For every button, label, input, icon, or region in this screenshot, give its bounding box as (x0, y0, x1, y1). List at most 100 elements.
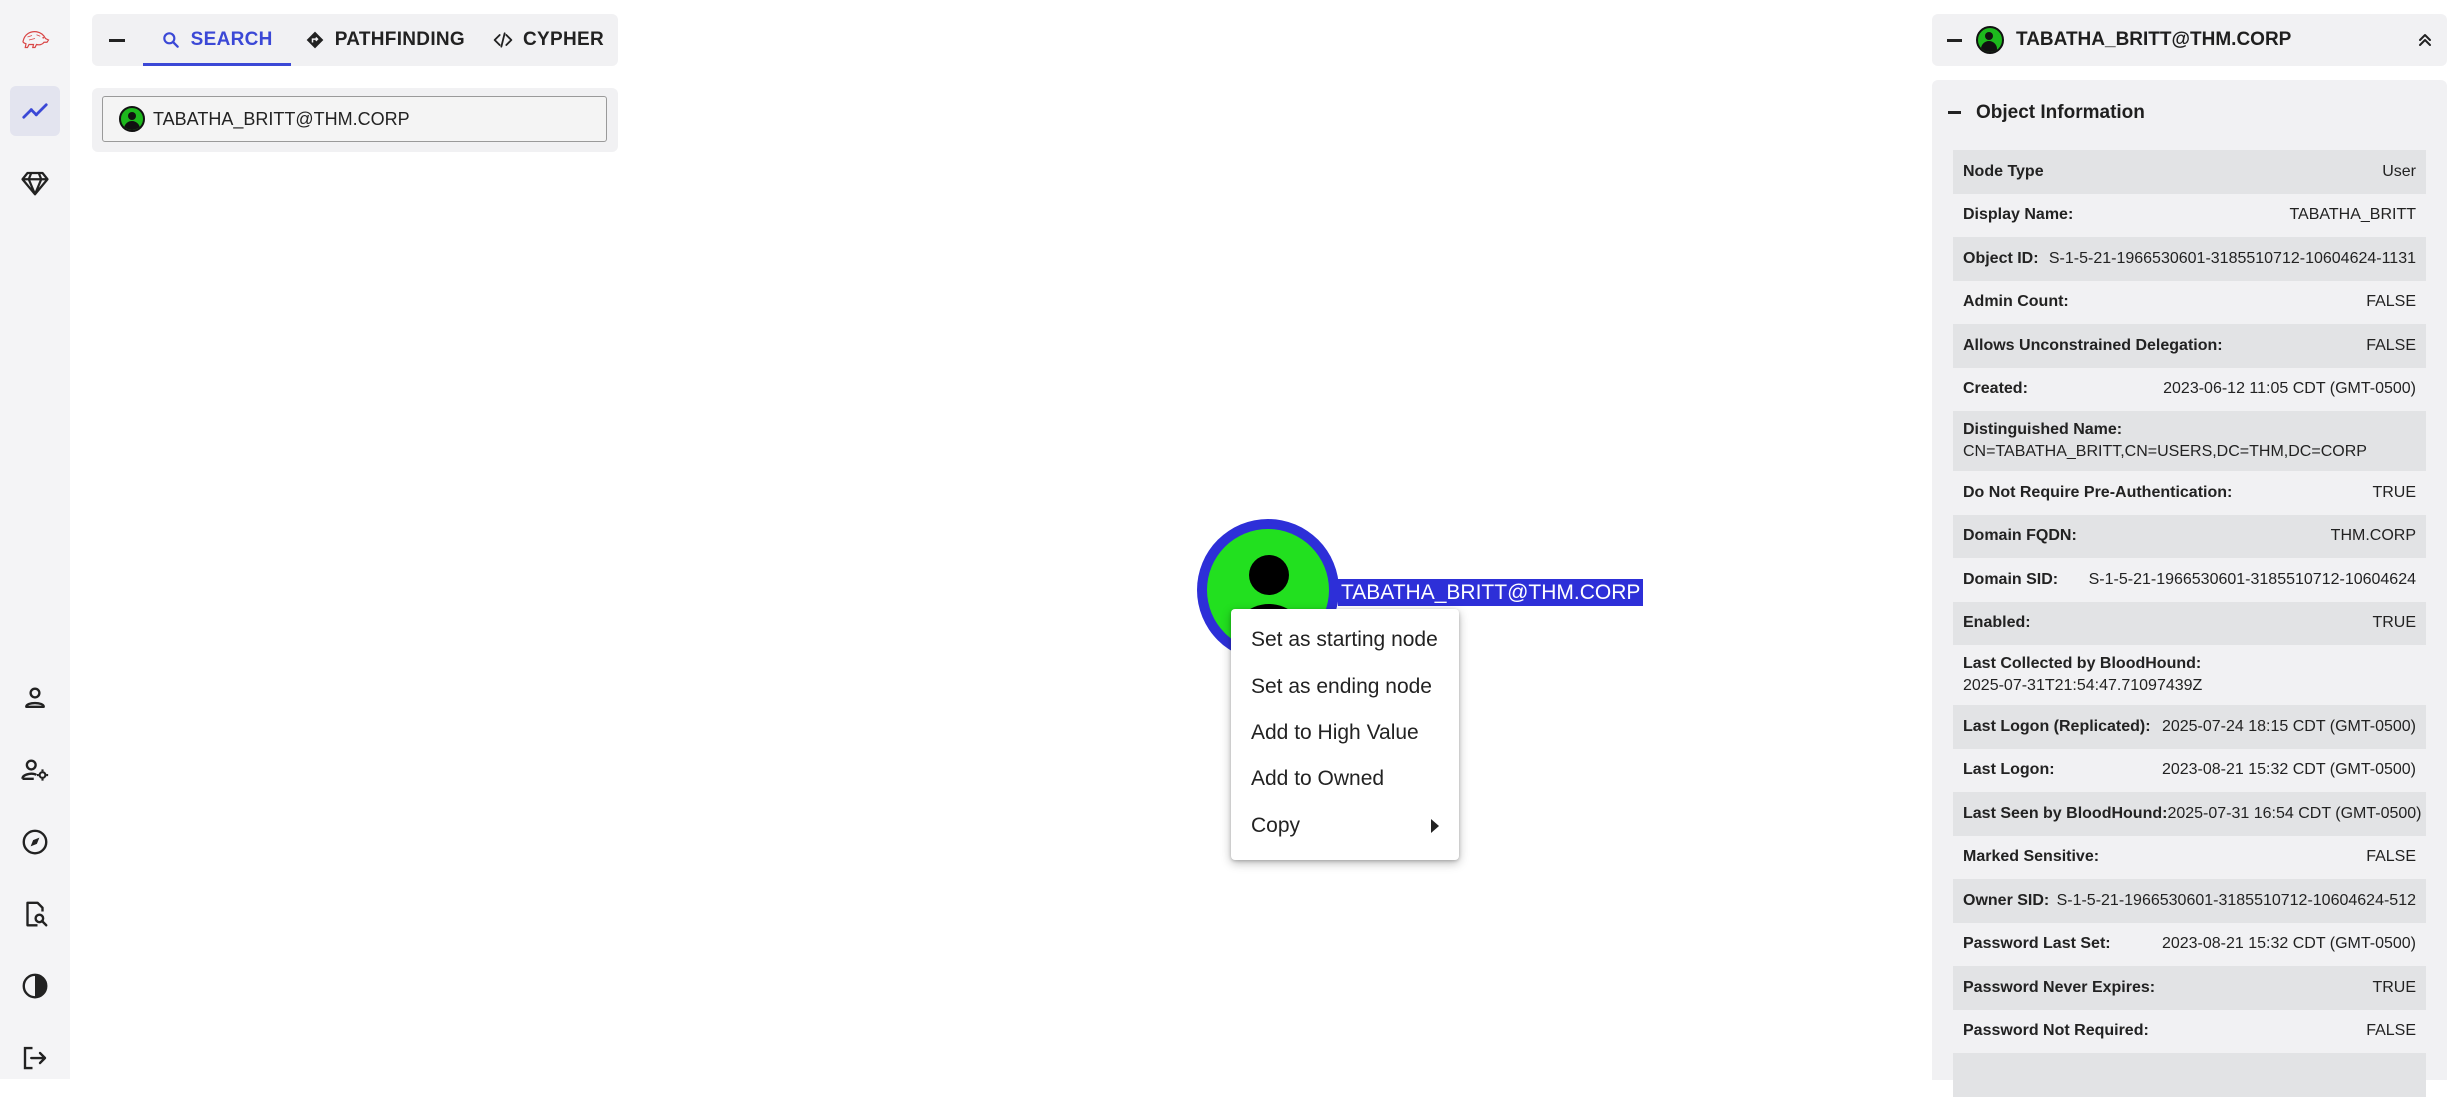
tab-pathfinding[interactable]: PATHFINDING (291, 14, 479, 66)
property-key: Password Never Expires: (1963, 978, 2156, 996)
property-key: Admin Count: (1963, 293, 2069, 311)
double-chevron-up-icon (2419, 34, 2431, 46)
property-value: 2023-08-21 15:32 CDT (GMT-0500) (2161, 761, 2416, 779)
tab-search[interactable]: SEARCH (142, 14, 291, 66)
menu-item-set-starting-node[interactable]: Set as starting node (1231, 617, 1459, 663)
menu-item-label: Add to Owned (1251, 767, 1385, 791)
property-row: Owner SID: S-1-5-21-1966530601-3185510712… (1953, 879, 2426, 923)
property-key: Distinguished Name: (1963, 421, 2123, 438)
property-value: 2025-07-24 18:15 CDT (GMT-0500) (2161, 717, 2416, 735)
search-input-panel: TABATHA_BRITT@THM.CORP (92, 88, 618, 152)
contrast-icon[interactable] (10, 961, 60, 1011)
property-value: 2025-07-31T21:54:47.71097439Z (1963, 677, 2203, 694)
property-row: Created: 2023-06-12 11:05 CDT (GMT-0500) (1953, 368, 2426, 412)
property-row: Node Type User (1953, 150, 2426, 194)
menu-item-label: Add to High Value (1251, 720, 1419, 744)
node-search-input[interactable]: TABATHA_BRITT@THM.CORP (102, 96, 607, 142)
property-value: TRUE (2372, 483, 2416, 501)
property-key: Password Not Required: (1963, 1022, 2149, 1040)
logout-icon[interactable] (10, 1033, 60, 1083)
property-row: Last Logon: 2023-08-21 15:32 CDT (GMT-050… (1953, 749, 2426, 793)
compass-icon[interactable] (10, 817, 60, 867)
entity-panel-header: TABATHA_BRITT@THM.CORP (1932, 14, 2447, 66)
search-input-value: TABATHA_BRITT@THM.CORP (153, 108, 410, 129)
search-icon (162, 32, 179, 48)
property-value: S-1-5-21-1966530601-3185510712-10604624-… (2056, 891, 2416, 909)
submenu-arrow-icon (1431, 818, 1439, 833)
property-row: Display Name: TABATHA_BRITT (1953, 194, 2426, 238)
property-key: Allows Unconstrained Delegation: (1963, 336, 2223, 354)
object-information-header[interactable]: Object Information (1932, 80, 2447, 145)
property-value: FALSE (2366, 293, 2416, 311)
menu-item-set-ending-node[interactable]: Set as ending node (1231, 663, 1459, 709)
property-value: TRUE (2372, 614, 2416, 632)
property-key: Last Collected by BloodHound: (1963, 655, 2202, 672)
entity-panel-body: Object Information Node Type User Display … (1932, 80, 2447, 1097)
property-key: Last Seen by BloodHound: (1963, 804, 2168, 822)
property-row: Last Seen by BloodHound: 2025-07-31 16:54… (1953, 792, 2426, 836)
user-node-icon (1976, 26, 2004, 54)
property-key: Marked Sensitive: (1963, 848, 2100, 866)
property-row (1953, 1053, 2426, 1097)
diamond-turn-icon (306, 31, 324, 49)
gem-icon[interactable] (10, 158, 60, 208)
property-value: S-1-5-21-1966530601-3185510712-10604624-… (2048, 249, 2416, 267)
property-row: Last Logon (Replicated): 2025-07-24 18:15… (1953, 705, 2426, 749)
collapse-entity-button[interactable] (1932, 38, 1976, 42)
property-row: Password Not Required: FALSE (1953, 1010, 2426, 1054)
search-tabs-panel: SEARCH PATHFINDING CYPHER (92, 14, 618, 66)
property-value: CN=TABATHA_BRITT,CN=USERS,DC=THM,DC=CORP (1963, 443, 2367, 460)
property-row: Domain FQDN: THM.CORP (1953, 514, 2426, 558)
file-search-icon[interactable] (10, 889, 60, 939)
tab-cypher[interactable]: CYPHER (479, 14, 618, 66)
property-row: Distinguished Name: CN=TABATHA_BRITT,CN=U… (1953, 411, 2426, 471)
left-nav-rail (0, 0, 70, 1079)
user-icon[interactable] (10, 673, 60, 723)
property-value: TABATHA_BRITT (2289, 206, 2416, 224)
collapse-section-button[interactable] (1932, 111, 1976, 114)
property-row: Enabled: TRUE (1953, 601, 2426, 645)
property-row: Marked Sensitive: FALSE (1953, 836, 2426, 880)
property-value: 2023-08-21 15:32 CDT (GMT-0500) (2161, 935, 2416, 953)
property-row: Last Collected by BloodHound: 2025-07-31T… (1953, 645, 2426, 705)
property-row: Domain SID: S-1-5-21-1966530601-318551071… (1953, 558, 2426, 602)
property-row: Password Last Set: 2023-08-21 15:32 CDT (… (1953, 923, 2426, 967)
property-key: Enabled: (1963, 614, 2031, 632)
property-key: Domain FQDN: (1963, 527, 2077, 545)
logo-icon[interactable] (10, 12, 60, 62)
property-row: Do Not Require Pre-Authentication: TRUE (1953, 471, 2426, 515)
property-key: Node Type (1963, 162, 2044, 180)
property-value: TRUE (2372, 978, 2416, 996)
property-key: Do Not Require Pre-Authentication: (1963, 483, 2233, 501)
property-value: THM.CORP (2330, 527, 2416, 545)
user-node-icon (119, 106, 145, 132)
property-key: Last Logon (Replicated): (1963, 717, 2151, 735)
property-key: Object ID: (1963, 249, 2039, 267)
collapse-search-button[interactable] (92, 14, 143, 66)
code-icon (493, 32, 513, 48)
user-settings-icon[interactable] (10, 745, 60, 795)
property-key: Password Last Set: (1963, 935, 2111, 953)
menu-item-add-owned[interactable]: Add to Owned (1231, 756, 1459, 802)
section-title: Object Information (1976, 101, 2145, 123)
property-list: Node Type User Display Name: TABATHA_BRITT O… (1953, 150, 2426, 1097)
property-key: Created: (1963, 380, 2028, 398)
tab-cypher-label: CYPHER (523, 29, 604, 50)
property-value: User (2382, 162, 2416, 180)
property-row: Allows Unconstrained Delegation: FALSE (1953, 324, 2426, 368)
property-value: 2023-06-12 11:05 CDT (GMT-0500) (2163, 380, 2416, 398)
menu-item-add-high-value[interactable]: Add to High Value (1231, 710, 1459, 756)
node-context-menu: Set as starting node Set as ending node … (1231, 609, 1459, 860)
menu-item-label: Set as ending node (1251, 674, 1432, 698)
graph-node-label[interactable]: TABATHA_BRITT@THM.CORP (1338, 579, 1644, 606)
property-row: Admin Count: FALSE (1953, 281, 2426, 325)
explore-icon[interactable] (10, 86, 60, 136)
property-key: Last Logon: (1963, 761, 2055, 779)
expand-all-button[interactable] (2403, 30, 2447, 50)
menu-item-label: Copy (1251, 813, 1301, 837)
property-key: Display Name: (1963, 206, 2074, 224)
property-key: Owner SID: (1963, 891, 2050, 909)
property-value: FALSE (2366, 848, 2416, 866)
menu-item-copy[interactable]: Copy (1231, 803, 1459, 849)
property-value: S-1-5-21-1966530601-3185510712-10604624 (2088, 570, 2416, 588)
